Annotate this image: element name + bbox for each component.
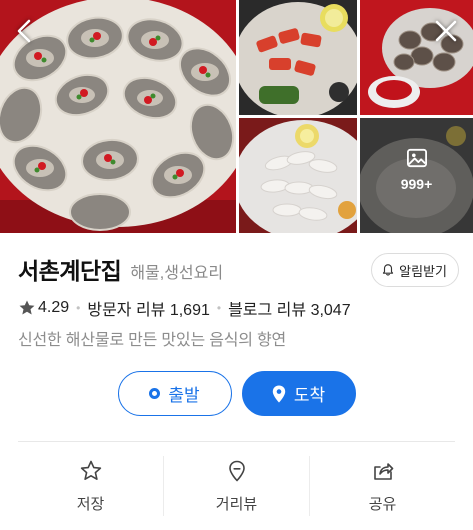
photo-sliced-fish[interactable] [239,118,357,233]
share-icon [373,463,393,480]
photo-gallery: 999+ [0,0,473,233]
place-category: 해물,생선요리 [130,264,224,282]
image-icon [406,148,427,168]
more-photos-count: 999+ [400,176,433,192]
separator-dot: • [76,301,81,315]
street-view-button[interactable]: 거리뷰 [163,456,309,516]
place-description: 신선한 해산물로 만든 맛있는 음식의 향연 [18,332,287,349]
depart-button[interactable]: 출발 [117,371,232,416]
alarm-button[interactable]: 알림받기 [371,253,459,287]
sliced-fish-image [239,118,357,233]
close-icon [435,20,457,42]
map-pin-icon [272,385,286,403]
rating-value: 4.29 [38,299,70,316]
origin-dot-icon [149,388,161,399]
bell-icon [383,264,394,276]
arrive-label: 도착 [293,386,326,405]
rating-reviews-row: 4.29 • 방문자 리뷰 1,691 • 블로그 리뷰 3,047 [18,296,351,320]
divider [18,441,455,442]
alarm-label: 알림받기 [399,263,447,279]
save-label: 저장 [76,496,105,513]
raw-fish-image [239,0,357,115]
star-icon [19,300,35,315]
arrive-button[interactable]: 도착 [241,371,356,416]
separator-dot: • [216,301,222,315]
close-button[interactable] [429,14,463,48]
street-view-label: 거리뷰 [215,496,258,513]
place-name: 서촌계단집 [18,258,122,284]
back-button[interactable] [8,14,42,48]
photo-more[interactable]: 999+ [360,118,473,233]
more-photos-indicator: 999+ [360,148,473,192]
share-label: 공유 [368,496,397,513]
save-button[interactable]: 저장 [18,456,163,516]
action-bar: 저장 거리뷰 공유 [18,456,455,516]
star-outline-icon [80,460,101,480]
depart-label: 출발 [168,386,200,405]
place-title-row: 서촌계단집 해물,생선요리 알림받기 [18,250,459,288]
blog-reviews-link[interactable]: 블로그 리뷰 3,047 [228,296,351,320]
share-button[interactable]: 공유 [309,456,455,516]
visitor-reviews-link[interactable]: 방문자 리뷰 1,691 [87,296,210,320]
photo-raw-fish[interactable] [239,0,357,115]
route-buttons: 출발 도착 [0,371,473,416]
chevron-left-icon [17,19,31,43]
location-pin-outline-icon [228,460,245,482]
